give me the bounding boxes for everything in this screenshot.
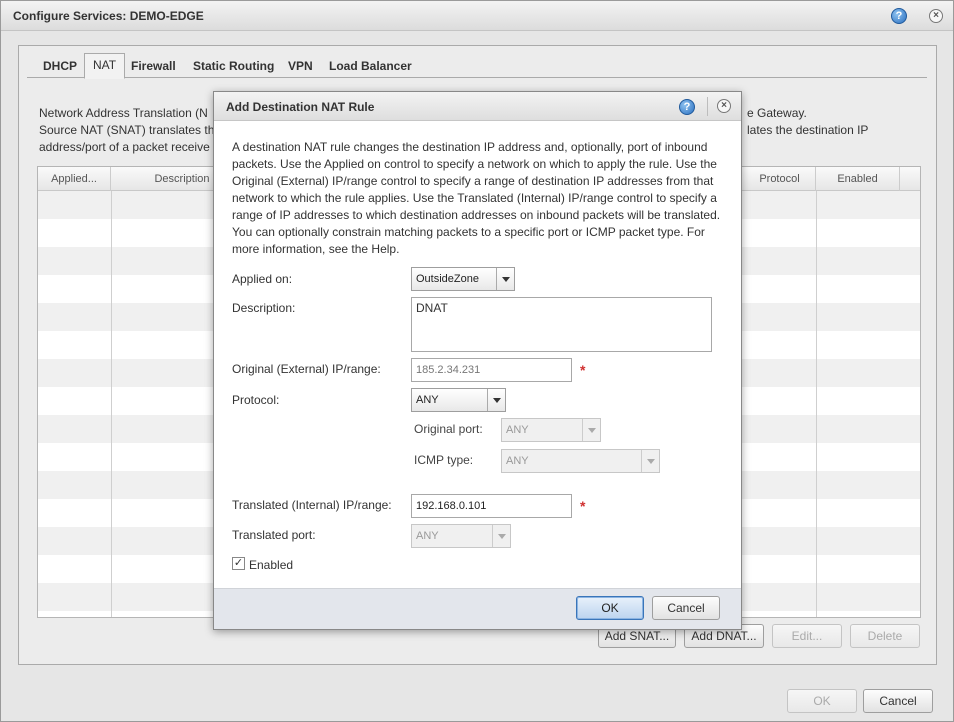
dialog-help-icon[interactable]: ? <box>679 99 695 115</box>
titlebar-divider <box>707 97 708 116</box>
original-ip-label: Original (External) IP/range: <box>232 362 381 376</box>
dropdown-button[interactable] <box>641 450 659 472</box>
modal-overlay: Add Destination NAT Rule ? × A destinati… <box>0 0 954 722</box>
applied-on-select[interactable]: OutsideZone <box>411 267 515 291</box>
icmp-type-label: ICMP type: <box>414 453 474 467</box>
icmp-type-select[interactable]: ANY <box>501 449 660 473</box>
chevron-down-icon <box>502 277 510 282</box>
translated-ip-label: Translated (Internal) IP/range: <box>232 498 392 512</box>
dialog-footer: OK Cancel <box>214 588 741 629</box>
original-port-label: Original port: <box>414 422 483 436</box>
chevron-down-icon <box>647 459 655 464</box>
translated-port-select[interactable]: ANY <box>411 524 511 548</box>
enabled-checkbox[interactable]: ✓ <box>232 557 245 570</box>
dropdown-button[interactable] <box>496 268 514 290</box>
protocol-select[interactable]: ANY <box>411 388 506 412</box>
dialog-close-icon[interactable]: × <box>717 99 731 113</box>
dialog-titlebar: Add Destination NAT Rule ? × <box>214 92 741 121</box>
enabled-label[interactable]: Enabled <box>249 558 293 572</box>
description-label: Description: <box>232 301 296 315</box>
description-textarea[interactable]: DNAT <box>411 297 712 352</box>
chevron-down-icon <box>493 398 501 403</box>
applied-on-value: OutsideZone <box>416 273 479 285</box>
ok-button[interactable]: OK <box>576 596 644 620</box>
add-dnat-rule-dialog: Add Destination NAT Rule ? × A destinati… <box>213 91 742 630</box>
dropdown-button[interactable] <box>492 525 510 547</box>
icmp-type-value: ANY <box>506 455 529 467</box>
cancel-button[interactable]: Cancel <box>652 596 720 620</box>
chevron-down-icon <box>498 534 506 539</box>
translated-ip-input[interactable]: 192.168.0.101 <box>411 494 572 518</box>
required-marker: * <box>580 362 586 378</box>
chevron-down-icon <box>588 428 596 433</box>
protocol-value: ANY <box>416 394 439 406</box>
translated-port-value: ANY <box>416 530 439 542</box>
applied-on-label: Applied on: <box>232 272 293 286</box>
dialog-title: Add Destination NAT Rule <box>226 100 375 114</box>
original-port-value: ANY <box>506 424 529 436</box>
original-ip-input[interactable]: 185.2.34.231 <box>411 358 572 382</box>
dialog-description: A destination NAT rule changes the desti… <box>232 140 721 256</box>
protocol-label: Protocol: <box>232 393 280 407</box>
dropdown-button[interactable] <box>487 389 505 411</box>
required-marker: * <box>580 498 586 514</box>
original-port-select[interactable]: ANY <box>501 418 601 442</box>
dialog-body: A destination NAT rule changes the desti… <box>214 122 741 588</box>
dropdown-button[interactable] <box>582 419 600 441</box>
translated-port-label: Translated port: <box>232 528 316 542</box>
